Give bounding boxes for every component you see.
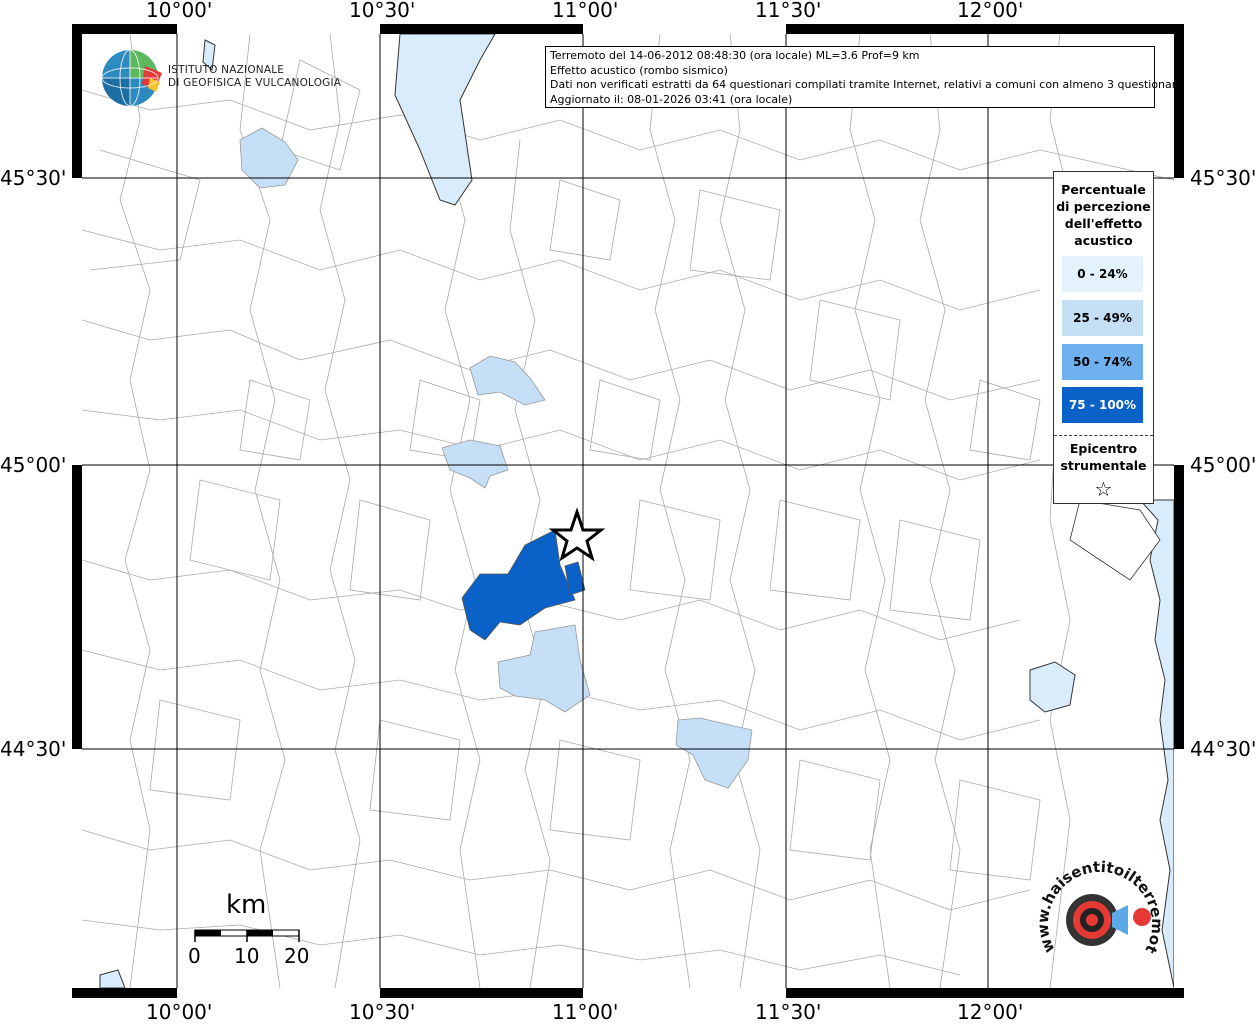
- lat-label-right: 45°00': [1190, 453, 1256, 477]
- lon-label-bottom: 11°00': [552, 1000, 619, 1024]
- legend-item-0-24: 0 - 24%: [1062, 256, 1143, 292]
- legend-item-25-49: 25 - 49%: [1062, 300, 1143, 336]
- lat-label-left: 45°00': [0, 453, 67, 477]
- legend-epicenter-line: Epicentro: [1069, 441, 1138, 456]
- legend-epicenter-line: strumentale: [1060, 458, 1147, 473]
- legend: Percentuale di percezione dell'effetto a…: [1053, 171, 1154, 504]
- graticule: [82, 34, 1174, 988]
- area-75-100-modena: [461, 529, 576, 641]
- lat-label-left: 45°30': [0, 166, 67, 190]
- scale-tick-20: 20: [284, 944, 310, 968]
- map-svg: [82, 34, 1174, 988]
- info-line2: Effetto acustico (rombo sismico): [550, 63, 728, 77]
- lon-label-bottom: 12°00': [957, 1000, 1024, 1024]
- legend-item-75-100: 75 - 100%: [1062, 387, 1143, 423]
- frame-segment: [1174, 749, 1184, 988]
- frame-segment: [583, 24, 786, 34]
- lon-label-bottom: 10°30': [349, 1000, 416, 1024]
- frame-segment: [1174, 178, 1184, 465]
- haisentito-logo: www.haisentitoilterremoto.it: [1025, 841, 1170, 979]
- area-25-49-ravenna: [675, 717, 753, 789]
- lon-label-bottom: 11°30': [755, 1000, 822, 1024]
- frame-segment: [72, 749, 82, 988]
- lake-garda: [394, 34, 496, 206]
- lon-label-bottom: 10°00': [146, 1000, 213, 1024]
- ingv-logo-text: ISTITUTO NAZIONALE DI GEOFISICA E VULCAN…: [168, 64, 341, 90]
- info-line1: Terremoto del 14-06-2012 08:48:30 (ora l…: [550, 49, 920, 62]
- scale-bar: km 0 10 20: [188, 890, 320, 974]
- legend-title-line: di percezione: [1056, 199, 1151, 214]
- lon-label-top: 11°00': [552, 0, 619, 22]
- legend-title-line: dell'effetto: [1064, 216, 1143, 231]
- info-line4: Aggiornato il: 08-01-2026 03:41 (ora loc…: [550, 92, 793, 106]
- frame-segment: [583, 988, 786, 998]
- legend-title-line: Percentuale: [1061, 182, 1146, 197]
- municipal-borders: [82, 34, 1174, 988]
- lagoon-comacchio: [1029, 661, 1076, 713]
- coast-bottom-left: [99, 969, 126, 988]
- lat-label-right: 45°30': [1190, 166, 1256, 190]
- frame-segment: [177, 988, 380, 998]
- lat-label-right: 44°30': [1190, 737, 1256, 761]
- area-25-49-cremona: [469, 355, 546, 406]
- scale-tick-10: 10: [234, 944, 260, 968]
- legend-star-icon: ☆: [1094, 477, 1113, 501]
- lon-label-top: 11°30': [755, 0, 822, 22]
- ingv-logo: [100, 48, 164, 112]
- legend-title: Percentuale di percezione dell'effetto a…: [1054, 181, 1153, 249]
- map-area[interactable]: [82, 34, 1174, 988]
- legend-epicenter-label: Epicentro strumentale: [1054, 440, 1153, 474]
- earthquake-info-box: Terremoto del 14-06-2012 08:48:30 (ora l…: [545, 46, 1183, 108]
- lon-label-top: 10°00': [146, 0, 213, 22]
- lon-label-top: 10°30': [349, 0, 416, 22]
- scale-unit: km: [226, 890, 267, 920]
- venice-lagoon: [1069, 499, 1161, 581]
- epicenter-star-icon: [548, 507, 606, 562]
- ingv-globe-icon: [101, 49, 162, 107]
- scale-tick-0: 0: [188, 944, 201, 968]
- area-25-49-bergamo: [239, 127, 299, 189]
- info-line3: Dati non verificati estratti da 64 quest…: [550, 78, 1183, 91]
- area-25-49-bologna: [497, 624, 591, 713]
- lon-label-top: 12°00': [957, 0, 1024, 22]
- ingv-line2: DI GEOFISICA E VULCANOLOGIA: [168, 77, 342, 89]
- legend-divider: [1054, 435, 1153, 436]
- lat-label-left: 44°30': [0, 737, 67, 761]
- legend-item-50-74: 50 - 74%: [1062, 344, 1143, 380]
- frame-segment: [72, 178, 82, 465]
- ingv-line1: ISTITUTO NAZIONALE: [168, 64, 285, 76]
- legend-title-line: acustico: [1074, 233, 1133, 248]
- haisentito-logo-svg: www.haisentitoilterremoto.it: [1025, 841, 1166, 956]
- frame-segment: [177, 24, 380, 34]
